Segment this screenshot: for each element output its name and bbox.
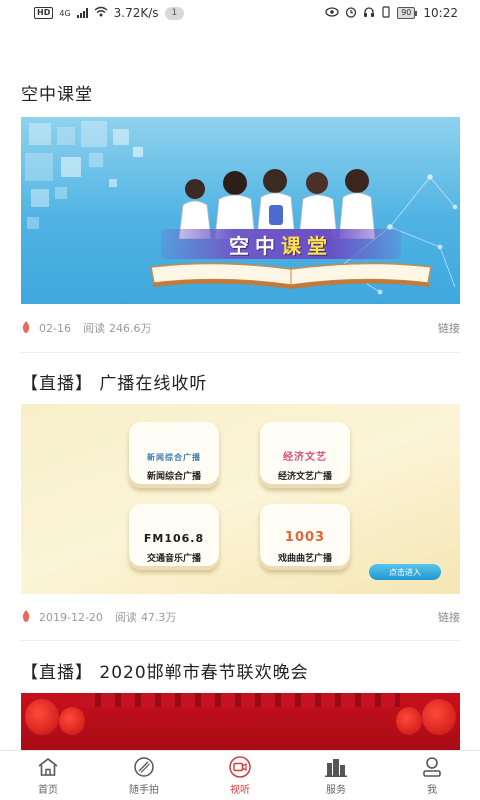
nav-services[interactable]: 服务 [288,751,384,800]
banner-title-bar: 空中课堂 [161,229,401,259]
section-title: 【直播】 广播在线收听 [21,374,208,394]
banner-title: 空中课堂 [229,233,333,258]
nav-me[interactable]: 我 [384,751,480,800]
link-button[interactable]: 链接 [438,609,460,625]
section-title: 【直播】 2020邯郸市春节联欢晚会 [21,663,309,683]
network-speed: 3.72K/s [113,6,159,20]
read-count: 47.3万 [140,611,177,624]
notification-badge: 1 [164,6,185,20]
lantern-icon [396,707,422,735]
bottom-nav: 首页 随手拍 视听 服务 我 [0,750,480,800]
air-classroom-banner[interactable]: 空中课堂 [21,117,460,304]
signal-icon [76,8,88,18]
divider [21,352,460,353]
reads-label: 阅读 [82,322,105,335]
radio-live-banner[interactable]: 新闻综合广播 新闻综合广播 经济文艺 经济文艺广播 FM106.8 交通音乐广播… [21,404,460,594]
meta-row: 2019-12-20 阅读 47.3万 链接 [21,609,460,625]
vibrate-icon [381,5,391,21]
nav-home[interactable]: 首页 [0,751,96,800]
hd-badge: HD [34,7,54,19]
economy-radio-logo: 经济文艺 [283,452,327,463]
section-gala-live[interactable]: 【直播】 2020邯郸市春节联欢晚会 [21,658,460,683]
section-radio-live[interactable]: 【直播】 广播在线收听 [21,369,460,394]
clock: 10:22 [423,6,458,20]
fire-icon [21,320,31,336]
lantern-icon [422,699,456,735]
status-bar: HD 4G 3.72K/s 1 90 10:22 [0,0,480,26]
section-title: 空中课堂 [21,85,93,105]
open-book-illustration [150,262,432,289]
news-radio-logo: 新闻综合广播 [147,453,201,462]
tile-label: 经济文艺广播 [277,472,332,482]
user-icon [420,756,444,778]
network-type: 4G [59,8,71,18]
radio-tile-economy[interactable]: 经济文艺 经济文艺广播 [260,422,350,488]
post-date: 02-16 [39,321,71,335]
alarm-icon [345,6,357,21]
wifi-icon [94,6,108,20]
radio-tile-opera[interactable]: 1003 戏曲曲艺广播 [260,504,350,570]
opera-radio-logo: 1003 [284,530,326,545]
radio-tile-traffic[interactable]: FM106.8 交通音乐广播 [129,504,219,570]
nav-snapshot[interactable]: 随手拍 [96,751,192,800]
lantern-icon [59,707,85,735]
reads-label: 阅读 [114,611,137,624]
link-button[interactable]: 链接 [438,320,460,336]
traffic-radio-logo: FM106.8 [143,532,205,545]
nav-label: 随手拍 [129,784,159,796]
nav-label: 我 [427,784,437,796]
battery-level: 90 [397,7,416,19]
meta-row: 02-16 阅读 246.6万 链接 [21,320,460,336]
tile-label: 交通音乐广播 [146,554,201,564]
fire-icon [21,609,31,625]
battery-icon: 90 [397,7,418,19]
divider [21,640,460,641]
camera-lens-icon [132,756,156,778]
nav-label: 首页 [38,784,58,796]
home-icon [36,756,60,778]
radio-tile-news[interactable]: 新闻综合广播 新闻综合广播 [129,422,219,488]
enter-button[interactable]: 点击进入 [369,564,441,580]
nav-label: 服务 [326,784,346,796]
post-date: 2019-12-20 [39,610,103,624]
tile-label: 戏曲曲艺广播 [277,554,332,564]
gala-banner[interactable] [21,693,460,750]
nav-audiovisual[interactable]: 视听 [192,751,288,800]
tile-label: 新闻综合广播 [146,472,201,482]
nav-label: 视听 [230,784,250,796]
eye-icon [325,6,339,20]
lantern-icon [25,699,59,735]
read-count: 246.6万 [108,322,152,335]
section-air-classroom[interactable]: 空中课堂 [21,80,460,105]
headphones-icon [363,6,375,21]
buildings-icon [324,756,348,778]
video-icon [228,755,252,778]
curtain-decoration [81,693,400,707]
